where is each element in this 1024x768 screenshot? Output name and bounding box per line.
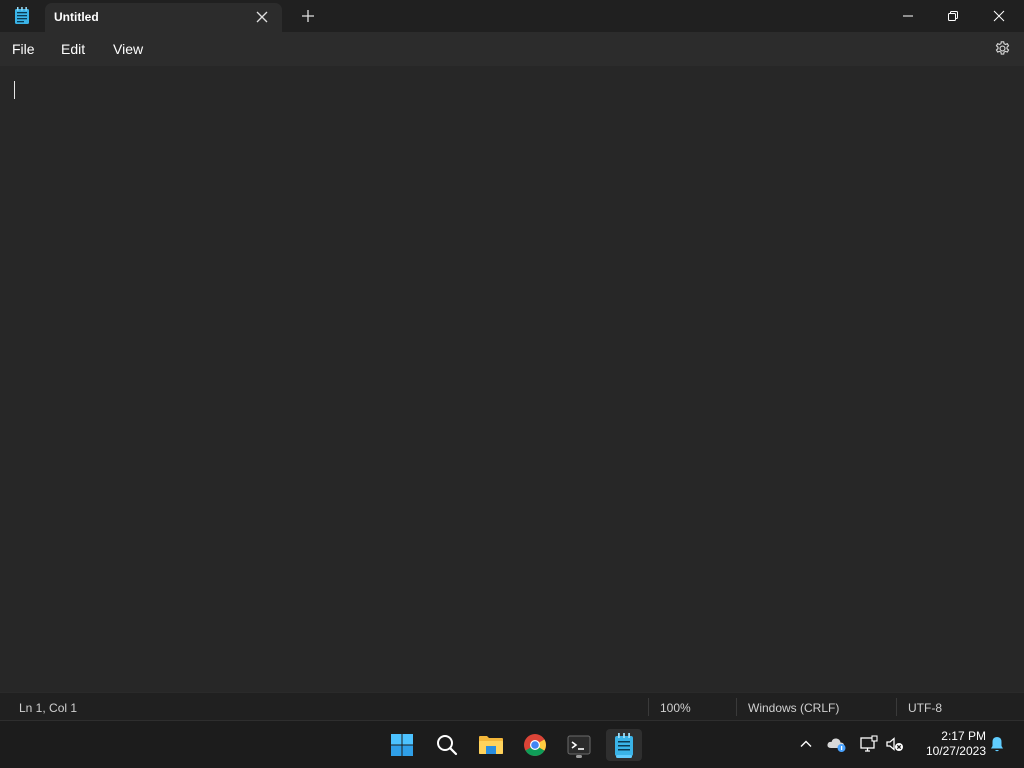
settings-gear-icon[interactable] — [994, 40, 1011, 57]
chrome-button[interactable] — [519, 729, 551, 761]
status-bar: Ln 1, Col 1 100% Windows (CRLF) UTF-8 — [0, 692, 1024, 720]
onedrive-tray[interactable] — [826, 733, 848, 755]
notepad-icon — [615, 733, 633, 756]
file-explorer-button[interactable] — [475, 729, 507, 761]
taskbar: 2:17 PM 10/27/2023 — [0, 720, 1024, 768]
status-divider — [648, 698, 649, 716]
chrome-icon — [524, 734, 546, 756]
start-button[interactable] — [386, 729, 418, 761]
notepad-app-icon — [15, 7, 29, 24]
onedrive-cloud-icon — [827, 738, 846, 752]
active-indicator — [616, 755, 632, 758]
show-hidden-icons-button[interactable] — [795, 733, 817, 755]
network-icon — [860, 735, 878, 752]
text-editor[interactable] — [0, 66, 1024, 692]
zoom-level[interactable]: 100% — [660, 701, 691, 715]
bell-icon — [991, 737, 1003, 752]
menu-bar: File Edit View — [0, 32, 1024, 66]
minimize-icon — [903, 15, 913, 17]
restore-button[interactable] — [930, 0, 976, 32]
close-window-button[interactable] — [976, 0, 1022, 32]
terminal-button[interactable] — [563, 729, 595, 761]
file-explorer-icon — [479, 736, 503, 754]
notepad-button[interactable] — [606, 729, 642, 761]
status-divider — [896, 698, 897, 716]
network-tray[interactable] — [858, 733, 880, 755]
cursor-position: Ln 1, Col 1 — [19, 701, 78, 715]
volume-tray[interactable] — [884, 733, 906, 755]
menu-view[interactable]: View — [113, 41, 143, 57]
close-icon — [993, 10, 1005, 22]
search-icon — [437, 735, 458, 756]
running-indicator — [576, 755, 582, 758]
system-clock[interactable]: 2:17 PM 10/27/2023 — [914, 729, 986, 759]
menu-edit[interactable]: Edit — [61, 41, 85, 57]
minimize-button[interactable] — [885, 0, 931, 32]
chevron-up-icon — [800, 740, 812, 747]
title-bar: Untitled — [0, 0, 1024, 32]
clock-date: 10/27/2023 — [925, 744, 986, 758]
status-divider — [736, 698, 737, 716]
notifications-button[interactable] — [986, 733, 1008, 755]
encoding[interactable]: UTF-8 — [908, 701, 942, 715]
tab-untitled[interactable]: Untitled — [45, 3, 282, 32]
volume-muted-icon — [886, 737, 903, 751]
text-caret — [14, 81, 15, 99]
new-tab-icon[interactable] — [300, 8, 316, 24]
menu-file[interactable]: File — [12, 41, 35, 57]
line-ending[interactable]: Windows (CRLF) — [748, 701, 839, 715]
terminal-icon — [567, 735, 591, 755]
start-icon — [391, 734, 413, 756]
close-tab-icon[interactable] — [255, 10, 269, 24]
search-button[interactable] — [431, 729, 463, 761]
tab-title: Untitled — [54, 10, 99, 24]
clock-time: 2:17 PM — [941, 729, 986, 743]
restore-icon — [948, 11, 958, 21]
